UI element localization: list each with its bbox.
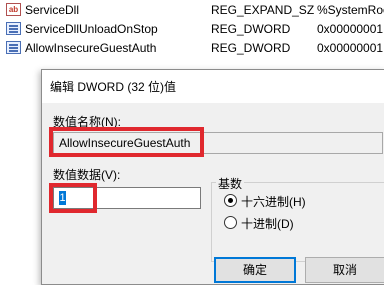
registry-value-list: ab ServiceDll REG_EXPAND_SZ %SystemRoo S…	[0, 0, 384, 60]
string-value-icon: ab	[6, 3, 21, 16]
value-name: ServiceDllUnloadOnStop	[25, 22, 158, 36]
registry-row[interactable]: ServiceDllUnloadOnStop REG_DWORD 0x00000…	[0, 20, 384, 38]
dialog-title: 编辑 DWORD (32 位)值	[50, 80, 177, 94]
ok-button[interactable]: 确定	[214, 257, 296, 283]
value-data-label: 数值数据(V):	[53, 168, 121, 182]
registry-row[interactable]: ab ServiceDll REG_EXPAND_SZ %SystemRoo	[0, 1, 384, 19]
value-type: REG_EXPAND_SZ	[211, 3, 315, 17]
registry-row[interactable]: AllowInsecureGuestAuth REG_DWORD 0x00000…	[0, 39, 384, 57]
value-data: 0x00000001	[317, 22, 384, 36]
value-name-label: 数值名称(N):	[53, 115, 121, 129]
value-type: REG_DWORD	[211, 22, 291, 36]
value-name-field: AllowInsecureGuestAuth	[53, 132, 383, 154]
base-label: 基数	[216, 175, 245, 192]
value-data-input[interactable]: 1	[53, 187, 201, 209]
value-name: ServiceDll	[25, 3, 80, 17]
value-data: %SystemRoo	[317, 3, 384, 17]
hex-radio[interactable]	[224, 194, 237, 207]
dialog-body: 数值名称(N): AllowInsecureGuestAuth 数值数据(V):…	[42, 103, 384, 284]
binary-value-icon	[6, 22, 21, 35]
value-type: REG_DWORD	[211, 41, 291, 55]
value-name: AllowInsecureGuestAuth	[25, 41, 157, 55]
binary-value-icon	[6, 41, 21, 54]
decimal-radio-label[interactable]: 十进制(D)	[241, 215, 294, 232]
value-data: 0x00000001	[317, 41, 384, 55]
value-name-text: AllowInsecureGuestAuth	[59, 136, 191, 150]
decimal-radio[interactable]	[224, 216, 237, 229]
hex-radio-label[interactable]: 十六进制(H)	[241, 193, 306, 210]
edit-dword-dialog: 编辑 DWORD (32 位)值 数值名称(N): AllowInsecureG…	[41, 69, 384, 285]
value-data-text: 1	[59, 191, 66, 205]
cancel-button[interactable]: 取消	[305, 257, 384, 283]
